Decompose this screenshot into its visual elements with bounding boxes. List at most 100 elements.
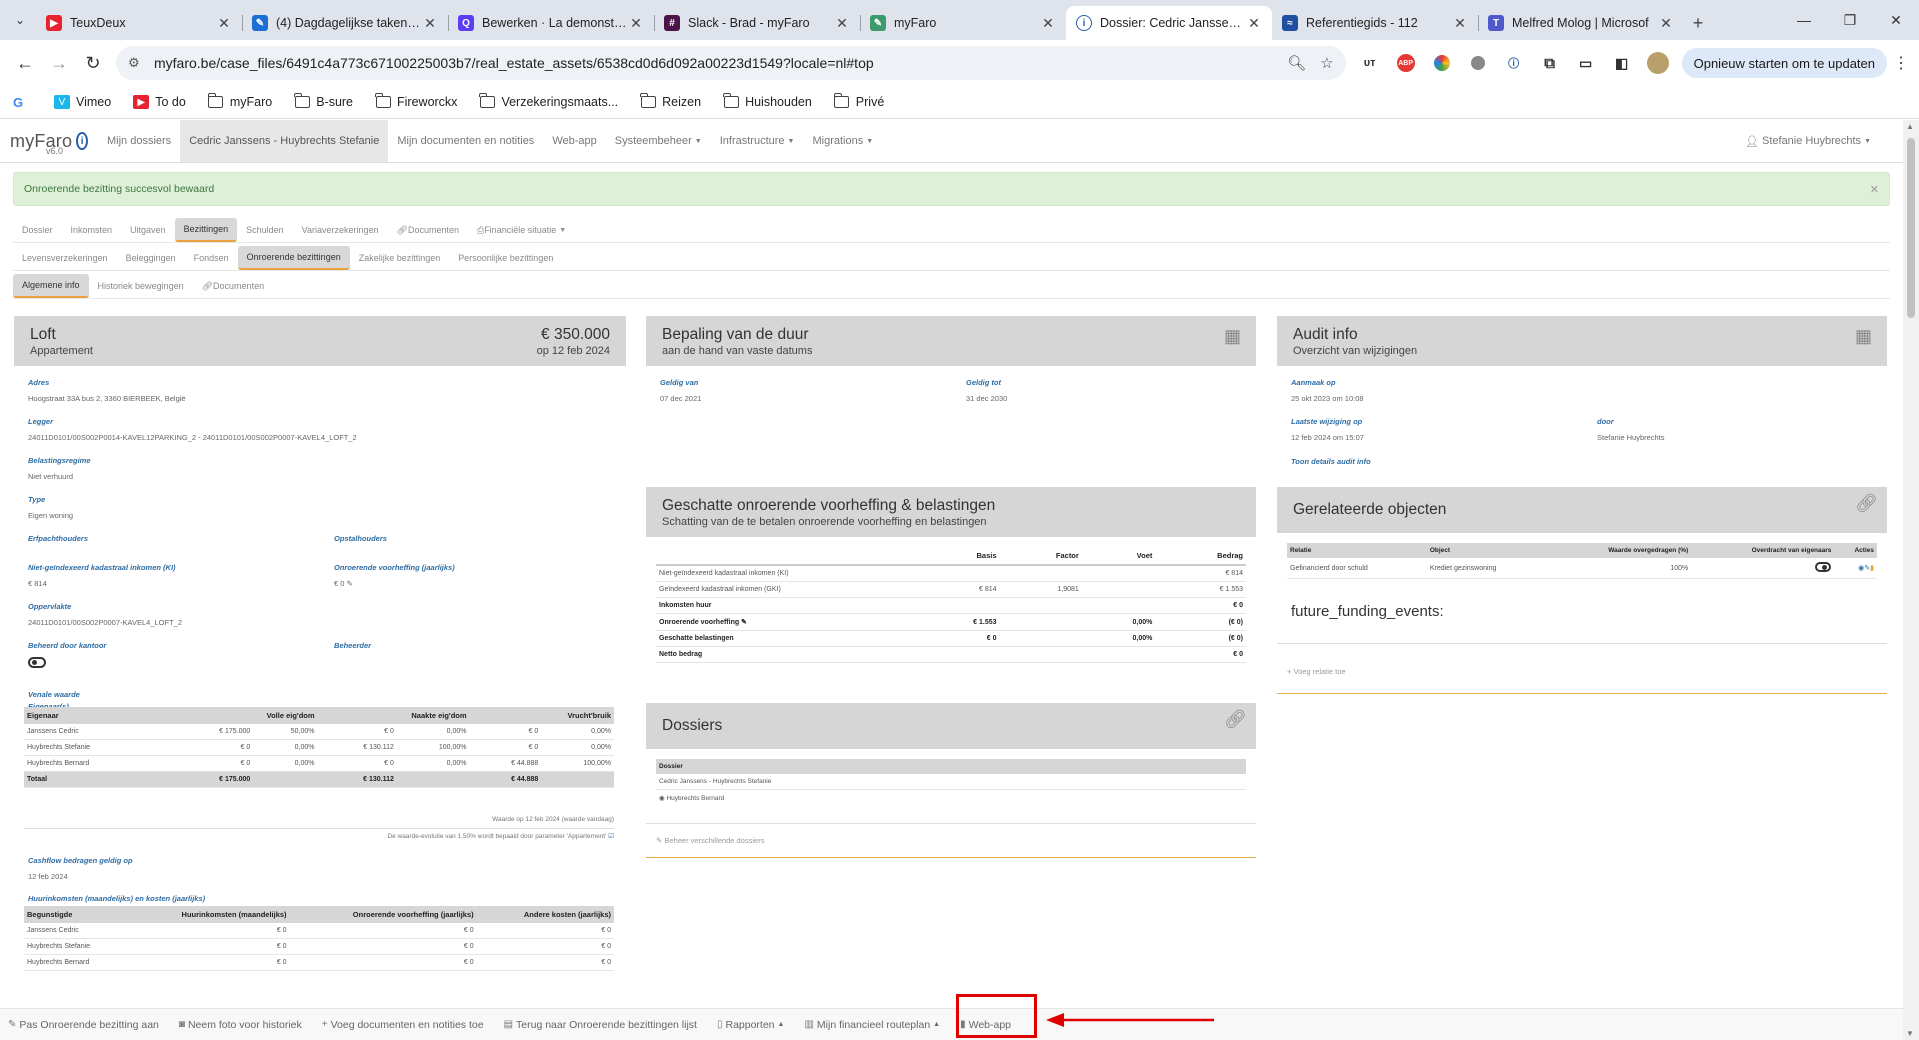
scroll-up-icon[interactable]: ▲ — [1906, 122, 1914, 131]
nav-documenten[interactable]: Mijn documenten en notities — [388, 120, 543, 162]
nav-infrastructure[interactable]: Infrastructure ▼ — [711, 120, 804, 162]
tab-uitgaven[interactable]: Uitgaven — [121, 218, 175, 242]
nav-migrations[interactable]: Migrations ▼ — [803, 120, 882, 162]
close-icon[interactable]: ✕ — [1658, 15, 1674, 32]
color-picker-icon[interactable] — [1428, 49, 1456, 77]
brand-logo[interactable]: myFaro i v6.0 — [0, 120, 98, 162]
bookmark-folder[interactable]: Verzekeringsmaats... — [479, 93, 618, 109]
tab-documenten-detail[interactable]: 🔗︎ Documenten — [193, 274, 273, 298]
extension-grey-icon[interactable] — [1464, 49, 1492, 77]
browser-tab[interactable]: ▶ TeuxDeux ✕ — [36, 6, 242, 40]
browser-tab[interactable]: # Slack - Brad - myFaro ✕ — [654, 6, 860, 40]
tab-financiele-situatie[interactable]: ⎙ Financiële situatie ▼ — [468, 218, 575, 242]
tab-fondsen[interactable]: Fondsen — [185, 246, 238, 270]
puzzle-icon[interactable]: ⧉ — [1536, 49, 1564, 77]
table-cell — [1081, 581, 1156, 598]
tab-zakelijke-bezittingen[interactable]: Zakelijke bezittingen — [350, 246, 450, 270]
star-icon[interactable]: ☆ — [1320, 54, 1333, 72]
browser-tab[interactable]: Q Bewerken · La demonstrati ✕ — [448, 6, 654, 40]
close-icon[interactable]: ✕ — [1870, 183, 1879, 196]
bookmark-folder[interactable]: Privé — [833, 93, 884, 109]
tab-search-icon[interactable]: ⌄ — [4, 4, 36, 36]
more-menu-icon[interactable]: ⋮ — [1891, 53, 1911, 73]
tab-schulden[interactable]: Schulden — [237, 218, 293, 242]
nav-systeembeheer[interactable]: Systeembeheer ▼ — [606, 120, 711, 162]
table-row[interactable]: Cedric Janssens - Huybrechts Stefanie — [656, 774, 1246, 790]
close-icon[interactable]: ✕ — [628, 15, 644, 32]
browser-tab-active[interactable]: i Dossier: Cedric Janssens - ✕ — [1066, 6, 1272, 40]
cast-icon[interactable]: ▭ — [1572, 49, 1600, 77]
add-relation-link[interactable]: + Voeg relatie toe — [1287, 667, 1346, 676]
tab-variaverzekeringen[interactable]: Variaverzekeringen — [293, 218, 388, 242]
trash-icon[interactable]: ▮ — [1870, 565, 1874, 572]
nav-user-menu[interactable]: 👤︎ Stefanie Huybrechts ▼ — [1736, 120, 1903, 162]
nav-mijn-dossiers[interactable]: Mijn dossiers — [98, 120, 180, 162]
add-documents-button[interactable]: + Voeg documenten en notities toe — [322, 1019, 484, 1031]
tab-inkomsten[interactable]: Inkomsten — [62, 218, 122, 242]
toggle-icon[interactable] — [1815, 562, 1832, 572]
edit-icon[interactable]: ☑ — [608, 833, 614, 840]
tab-documenten[interactable]: 🔗︎ Documenten — [388, 218, 468, 242]
bookmark-folder[interactable]: Fireworckx — [374, 93, 457, 109]
browser-tab[interactable]: T Melfred Molog | Microsof ✕ — [1478, 6, 1684, 40]
page-scrollbar[interactable]: ▲ ▼ — [1903, 120, 1919, 1040]
tab-levensverzekeringen[interactable]: Levensverzekeringen — [13, 246, 117, 270]
sidepanel-icon[interactable]: ◧ — [1608, 49, 1636, 77]
scrollbar-thumb[interactable] — [1907, 138, 1915, 318]
manage-dossiers-link[interactable]: ✎ Beheer verschillende dossiers — [656, 836, 764, 845]
tab-algemene-info[interactable]: Algemene info — [13, 274, 89, 298]
tab-onroerende-bezittingen[interactable]: Onroerende bezittingen — [237, 246, 350, 270]
edit-asset-button[interactable]: ✎ Pas Onroerende bezitting aan — [8, 1019, 159, 1031]
pencil-icon[interactable]: ✎ — [347, 579, 353, 588]
close-icon[interactable]: ✕ — [1040, 15, 1056, 32]
reports-button[interactable]: ▯ Rapporten ▲ — [717, 1019, 785, 1031]
close-window-icon[interactable]: ✕ — [1873, 0, 1919, 40]
close-icon[interactable]: ✕ — [422, 15, 438, 32]
bookmark-vimeo[interactable]: V Vimeo — [54, 95, 111, 109]
adblock-icon[interactable]: ABP — [1392, 49, 1420, 77]
avatar[interactable] — [1644, 49, 1672, 77]
toggle-icon[interactable] — [28, 657, 46, 668]
close-icon[interactable]: ✕ — [1246, 15, 1262, 32]
close-icon[interactable]: ✕ — [834, 15, 850, 32]
table-row: Inkomsten huur € 0 — [656, 597, 1246, 614]
browser-tab[interactable]: ✎ myFaro ✕ — [860, 6, 1066, 40]
back-to-list-button[interactable]: ▤ Terug naar Onroerende bezittingen lijst — [504, 1019, 697, 1031]
tab-bezittingen[interactable]: Bezittingen — [174, 218, 238, 242]
restore-icon[interactable]: ❐ — [1827, 0, 1873, 40]
routeplan-button[interactable]: ▥ Mijn financieel routeplan ▲ — [804, 1019, 940, 1031]
zoom-icon[interactable]: 🔍︎ — [1287, 54, 1306, 72]
forward-icon[interactable]: → — [42, 46, 76, 80]
browser-tab[interactable]: ✎ (4) Dagdagelijkse taken St ✕ — [242, 6, 448, 40]
new-tab-button[interactable]: + — [1684, 6, 1712, 40]
close-icon[interactable]: ✕ — [216, 15, 232, 32]
close-icon[interactable]: ✕ — [1452, 15, 1468, 32]
audit-details-link[interactable]: Toon details audit info — [1291, 457, 1371, 473]
address-bar[interactable]: ⚙ myfaro.be/case_files/6491c4a773c671002… — [116, 46, 1346, 80]
minimize-icon[interactable]: — — [1781, 0, 1827, 40]
table-cell: 0,00% — [396, 724, 470, 740]
bookmark-folder[interactable]: myFaro — [207, 93, 272, 109]
browser-tab[interactable]: ≈ Referentiegids - 112 ✕ — [1272, 6, 1478, 40]
site-info-icon[interactable]: ⚙ — [128, 55, 144, 71]
nav-current-dossier[interactable]: Cedric Janssens - Huybrechts Stefanie — [180, 120, 389, 162]
reload-icon[interactable]: ↻ — [76, 46, 110, 80]
update-button[interactable]: Opnieuw starten om te updaten — [1681, 48, 1887, 78]
bookmark-google[interactable]: G — [10, 95, 32, 110]
tab-beleggingen[interactable]: Beleggingen — [117, 246, 185, 270]
myfaro-ext-icon[interactable]: ⓘ — [1500, 49, 1528, 77]
tab-persoonlijke-bezittingen[interactable]: Persoonlijke bezittingen — [449, 246, 562, 270]
table-cell: (€ 0) — [1155, 630, 1246, 647]
table-cell — [916, 646, 1000, 663]
scroll-down-icon[interactable]: ▼ — [1906, 1029, 1914, 1038]
bookmark-folder[interactable]: B-sure — [294, 93, 353, 109]
bookmark-folder[interactable]: Huishouden — [722, 93, 812, 109]
tab-dossier[interactable]: Dossier — [13, 218, 62, 242]
nav-web-app[interactable]: Web-app — [543, 120, 605, 162]
snapshot-button[interactable]: ◙ Neem foto voor historiek — [179, 1019, 302, 1031]
bookmark-folder[interactable]: Reizen — [640, 93, 701, 109]
extension-icon[interactable]: ᴜᴛ — [1356, 49, 1384, 77]
tab-historiek[interactable]: Historiek bewegingen — [89, 274, 193, 298]
back-icon[interactable]: ← — [8, 46, 42, 80]
bookmark-todo[interactable]: ▶ To do — [133, 95, 186, 109]
